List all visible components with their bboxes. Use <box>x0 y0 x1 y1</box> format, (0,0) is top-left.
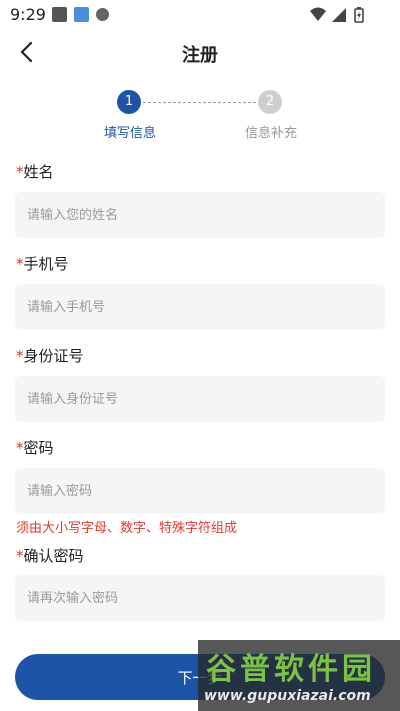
step-2-indicator: 2 <box>258 90 282 114</box>
password-label: *密码 <box>16 437 54 458</box>
watermark: 谷普软件园 www.gupuxiazai.com <box>198 640 400 711</box>
step-connector <box>143 102 256 103</box>
required-mark: * <box>16 255 24 273</box>
required-mark: * <box>16 547 24 565</box>
confirm-password-input[interactable] <box>15 575 385 621</box>
stepper: 1 2 填写信息 信息补充 <box>0 86 400 142</box>
phone-label-text: 手机号 <box>23 255 69 273</box>
password-input[interactable] <box>15 468 385 514</box>
step-2-label: 信息补充 <box>244 126 297 141</box>
watermark-url: www.gupuxiazai.com <box>204 688 371 704</box>
password-label-text: 密码 <box>23 439 54 457</box>
step-1-label: 填写信息 <box>103 126 156 141</box>
confirm-password-label: *确认密码 <box>16 545 84 566</box>
app-icon <box>74 7 89 22</box>
app-header: 注册 <box>0 30 400 76</box>
phone-label: *手机号 <box>16 253 69 274</box>
signal-icon <box>332 8 346 22</box>
id-number-label-text: 身份证号 <box>23 347 84 365</box>
status-time: 9:29 <box>10 5 46 24</box>
password-hint: 须由大小写字母、数字、特殊字符组成 <box>16 521 238 536</box>
name-input[interactable] <box>15 192 385 238</box>
watermark-title: 谷普软件园 <box>206 652 376 687</box>
id-number-label: *身份证号 <box>16 345 84 366</box>
gallery-icon <box>52 7 67 22</box>
id-number-input[interactable] <box>15 376 385 422</box>
name-label-text: 姓名 <box>23 163 54 181</box>
required-mark: * <box>16 163 24 181</box>
status-bar: 9:29 <box>0 0 400 30</box>
notification-icon <box>96 8 109 21</box>
battery-icon <box>354 7 364 23</box>
phone-input[interactable] <box>15 284 385 330</box>
confirm-password-label-text: 确认密码 <box>23 547 84 565</box>
step-1-indicator: 1 <box>117 90 141 114</box>
page-title: 注册 <box>182 45 218 66</box>
required-mark: * <box>16 347 24 365</box>
wifi-icon <box>310 7 326 21</box>
name-label: *姓名 <box>16 161 54 182</box>
required-mark: * <box>16 439 24 457</box>
status-icons <box>310 7 364 23</box>
